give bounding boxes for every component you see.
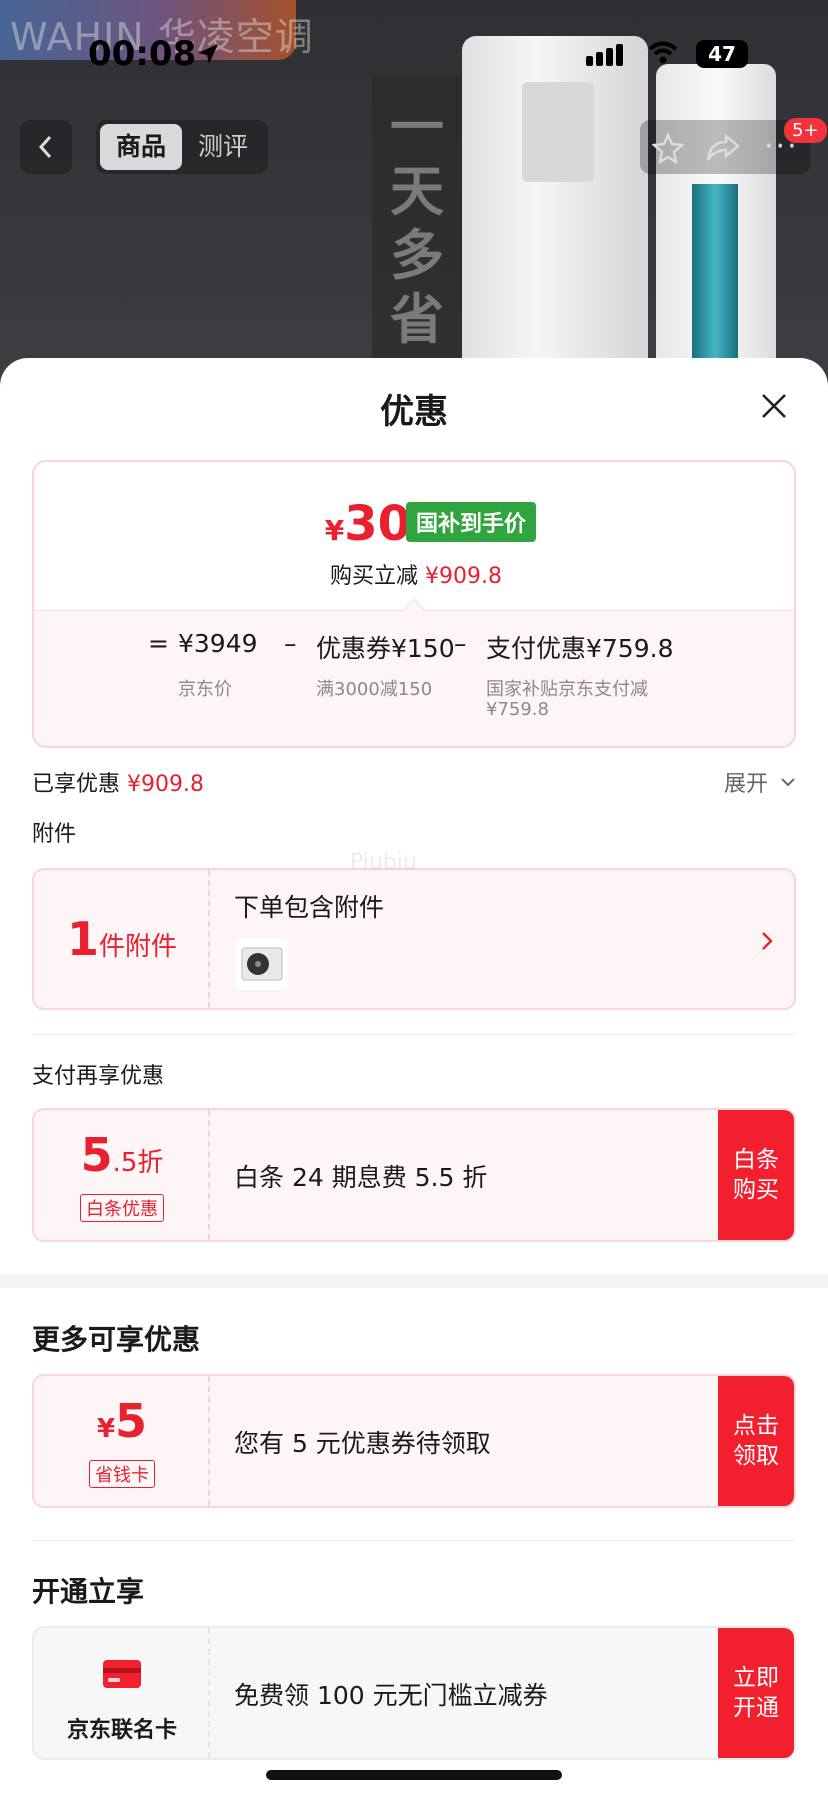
- home-indicator[interactable]: [266, 1770, 562, 1780]
- coupon-amount: 5: [115, 1394, 148, 1448]
- claim-coupon-button[interactable]: 点击领取: [718, 1376, 794, 1506]
- tab-review[interactable]: 测评: [182, 124, 264, 170]
- open-card-title: 开通立享: [32, 1575, 145, 1608]
- favorite-star-icon[interactable]: [652, 132, 684, 164]
- subsidy-price-tag: 国补到手价: [406, 502, 537, 542]
- expand-button[interactable]: 展开: [724, 766, 768, 798]
- close-icon[interactable]: [760, 392, 788, 420]
- page-tabs: 商品 测评: [96, 120, 268, 174]
- discount-sheet: 优惠 ¥3039.2 国补到手价 购买立减 ¥909.8 = ¥3949 京东价…: [0, 358, 828, 1795]
- battery-icon: 47: [696, 40, 748, 68]
- baitiao-text: 白条 24 期息费 5.5 折: [234, 1163, 488, 1192]
- formula-coupon-label: 满3000减150: [316, 679, 433, 700]
- saving-card-tag: 省钱卡: [89, 1460, 155, 1488]
- air-conditioner-image-2: [656, 64, 776, 380]
- chevron-left-icon: [38, 135, 52, 159]
- watermark: Piubiu: [350, 850, 417, 875]
- formula-equals: =: [148, 629, 169, 658]
- instant-discount: 购买立减 ¥909.8: [330, 564, 502, 589]
- signal-icon: [586, 44, 626, 66]
- baitiao-buy-button[interactable]: 白条购买: [718, 1110, 794, 1240]
- tab-product[interactable]: 商品: [100, 124, 182, 170]
- formula-pay-amount: ¥759.8: [486, 699, 549, 720]
- more-icon[interactable]: ···: [764, 132, 799, 162]
- coupon-text: 您有 5 元优惠券待领取: [234, 1429, 491, 1458]
- formula-base-price: ¥3949: [178, 629, 258, 658]
- message-count-badge: 5+: [784, 118, 827, 143]
- air-conditioner-image: [462, 36, 648, 380]
- accessory-count: 1: [66, 912, 99, 966]
- sheet-title: 优惠: [380, 392, 448, 432]
- credit-card-icon: [103, 1660, 141, 1688]
- chevron-right-icon: [762, 932, 773, 950]
- share-icon[interactable]: [706, 132, 740, 162]
- price-breakdown-card: ¥3039.2 国补到手价 购买立减 ¥909.8 = ¥3949 京东价 – …: [32, 460, 796, 748]
- enjoyed-discount: 已享优惠 ¥909.8: [32, 772, 204, 797]
- slogan-char: 一: [390, 96, 444, 159]
- accessory-card[interactable]: 1件附件 下单包含附件: [32, 868, 796, 1010]
- formula-base-label: 京东价: [178, 679, 232, 700]
- status-time: 00:08: [88, 34, 197, 74]
- pay-discount-section-title: 支付再享优惠: [32, 1064, 165, 1089]
- divider: [32, 1540, 796, 1541]
- accessory-section-title: 附件: [32, 822, 77, 847]
- formula-minus: –: [454, 629, 467, 658]
- open-card-button[interactable]: 立即开通: [718, 1628, 794, 1758]
- more-discounts-title: 更多可享优惠: [32, 1323, 201, 1356]
- card-offer-text: 免费领 100 元无门槛立减券: [234, 1681, 548, 1710]
- discount-small: .5折: [112, 1148, 164, 1178]
- slogan-char: 多: [390, 224, 444, 287]
- location-arrow-icon: [198, 44, 218, 64]
- divider: [32, 1034, 796, 1035]
- card-name: 京东联名卡: [66, 1718, 177, 1743]
- accessory-unit: 件附件: [99, 932, 178, 962]
- product-page-background: WAHIN 华凌空调 一 天 多 省 00:08 47 商品 测评 ··· 5+: [0, 0, 828, 380]
- wifi-icon: [648, 41, 678, 64]
- co-branded-card: 京东联名卡 免费领 100 元无门槛立减券 立即开通: [32, 1626, 796, 1760]
- accessory-thumbnail: [236, 938, 288, 990]
- slogan-char: 省: [390, 288, 444, 351]
- accessory-title: 下单包含附件: [234, 893, 385, 922]
- back-button[interactable]: [20, 120, 72, 174]
- coupon-currency: ¥: [96, 1414, 116, 1444]
- formula-pay-discount: 支付优惠¥759.8: [486, 634, 674, 663]
- baitiao-tag: 白条优惠: [80, 1194, 164, 1222]
- slogan-char: 天: [390, 160, 444, 223]
- outdoor-unit-icon: [241, 947, 283, 981]
- coupon-card: ¥5 省钱卡 您有 5 元优惠券待领取 点击领取: [32, 1374, 796, 1508]
- formula-pay-label: 国家补贴京东支付减: [486, 679, 648, 700]
- formula-coupon: 优惠券¥150: [316, 634, 455, 663]
- chevron-down-icon[interactable]: [780, 776, 796, 788]
- slogan-panel: 一 天 多 省: [372, 76, 462, 376]
- formula-minus: –: [284, 629, 297, 658]
- discount-big: 5: [80, 1128, 113, 1182]
- section-gap: [0, 1274, 828, 1288]
- baitiao-discount-card: 5.5折 白条优惠 白条 24 期息费 5.5 折 白条购买: [32, 1108, 796, 1242]
